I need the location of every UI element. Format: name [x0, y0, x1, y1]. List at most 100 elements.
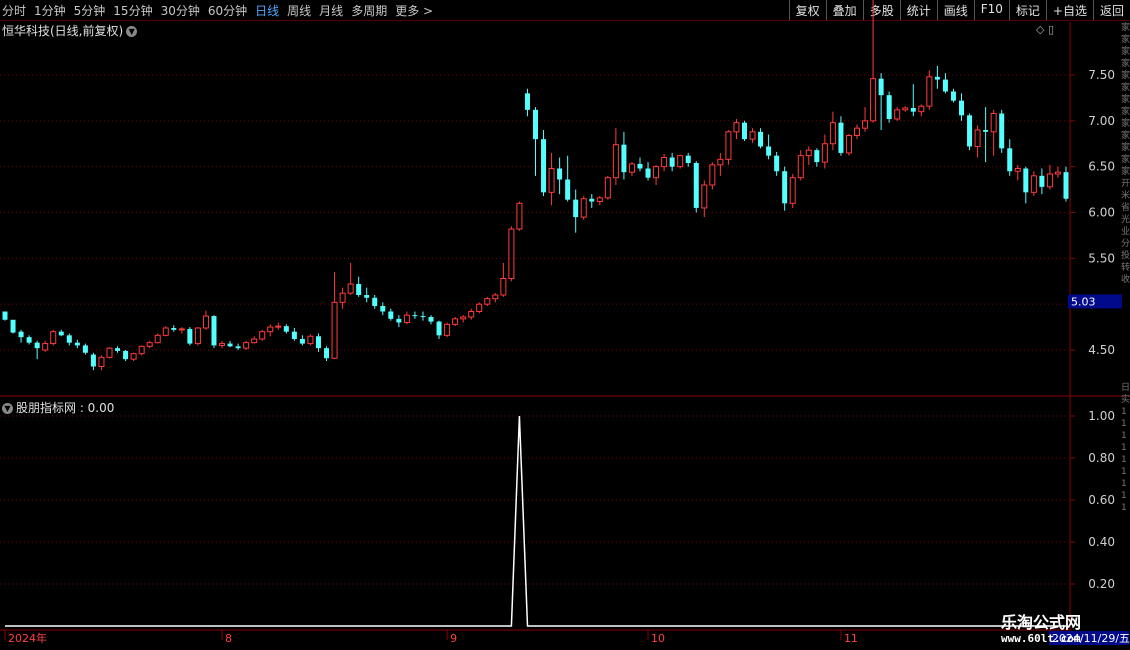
candle-body-down [959, 100, 965, 116]
candle-body-up [178, 328, 185, 331]
candle-body-down [637, 163, 643, 169]
candle-body-up [50, 331, 57, 345]
candle-body-down [693, 163, 699, 208]
candle-body-up [508, 228, 515, 279]
candle-body-up [797, 155, 804, 179]
candle-body-down [758, 131, 764, 147]
candle-body-up [894, 109, 901, 120]
candle-body-up [829, 122, 836, 145]
candle-body-down [364, 295, 370, 298]
candle-body-down [171, 328, 177, 330]
candle-body-up [701, 184, 708, 209]
axes: 7.507.006.506.005.505.004.501.000.800.60… [0, 22, 1130, 645]
candle-body-down [565, 179, 571, 200]
candle-body-up [749, 131, 756, 140]
candle-body-up [154, 334, 161, 344]
candle-body-up [275, 325, 282, 328]
candle-body-up [733, 122, 740, 133]
candle-body-down [533, 109, 538, 140]
candle-body-up [990, 113, 997, 133]
candle-body-up [596, 197, 603, 202]
current-price-label: 5.03 [1071, 295, 1096, 308]
candle-body-down [934, 76, 940, 80]
candle-body-up [1046, 173, 1053, 188]
candle-body-down [428, 317, 434, 322]
date-tick-label: 9 [450, 632, 457, 645]
candle-body-down [2, 311, 8, 320]
candle-body-up [516, 202, 523, 230]
price-tick-label: 7.50 [1088, 68, 1115, 82]
candle-body-up [1014, 168, 1021, 172]
chevron-down-icon[interactable]: ▼ [2, 403, 13, 414]
candle-body-up [251, 338, 258, 344]
candle-body-up [604, 177, 611, 199]
candle-body-down [1063, 172, 1069, 199]
candle-body-down [878, 78, 884, 96]
indicator-tick-label: 1.00 [1088, 409, 1115, 423]
candle-body-down [436, 321, 442, 336]
candle-body-up [862, 120, 869, 129]
candle-body-up [339, 292, 346, 303]
candle-body-down [942, 79, 948, 92]
candle-body-down [950, 91, 956, 101]
price-tick-label: 4.50 [1088, 343, 1115, 357]
candle-body-down [82, 345, 88, 353]
candle-body-up [926, 76, 933, 107]
candle-body-up [331, 301, 338, 359]
candle-body-up [821, 143, 828, 163]
candle-body-down [90, 354, 96, 367]
price-tick-label: 6.50 [1088, 160, 1115, 174]
candle-body-up [444, 323, 451, 336]
indicator-tick-label: 0.60 [1088, 493, 1115, 507]
candle-body-down [235, 346, 241, 349]
candle-body-up [219, 343, 226, 346]
candle-body-up [870, 78, 877, 122]
candle-body-up [98, 356, 105, 368]
candle-body-down [291, 331, 297, 339]
candle-body-down [356, 284, 362, 295]
candle-body-up [468, 311, 475, 318]
date-tick-label: 2024年 [8, 631, 47, 645]
candle-body-down [782, 171, 788, 204]
candle-body-up [146, 342, 153, 347]
indicator-series [5, 415, 1066, 627]
candle-body-down [983, 130, 989, 132]
watermark-url: www.60lt.com [1001, 632, 1081, 645]
candle-body-down [412, 315, 418, 317]
candle-body-up [725, 131, 732, 160]
candle-body-up [1030, 175, 1037, 193]
indicator-tick-label: 0.80 [1088, 451, 1115, 465]
candle-body-down [26, 337, 32, 343]
watermark: 乐淘公式网 www.60lt.com [995, 608, 1130, 650]
candle-body-down [685, 155, 691, 163]
candle-body-up [854, 127, 861, 137]
candle-body-up [492, 294, 499, 300]
candle-body-down [886, 95, 892, 119]
candle-body-up [243, 342, 250, 349]
candle-body-up [347, 283, 354, 294]
side-info-strip: 家家家家家家家家家家家家家开米省光业分投转收日实111111111 [1121, 23, 1130, 513]
candle-body-down [18, 331, 24, 338]
date-tick-label: 10 [651, 632, 665, 645]
candle-body-up [194, 327, 201, 345]
candle-body-down [227, 343, 233, 347]
candle-body-down [621, 144, 627, 173]
candle-body-up [202, 315, 209, 329]
candle-series [2, 0, 1069, 371]
candle-body-up [484, 298, 491, 305]
candle-body-down [66, 335, 72, 343]
candle-body-up [653, 166, 660, 179]
indicator-title-text: 股朋指标网 : 0.00 [16, 401, 115, 415]
candle-body-up [42, 343, 49, 351]
candle-body-up [259, 331, 266, 340]
candle-body-down [315, 336, 321, 349]
price-tick-label: 6.00 [1088, 206, 1115, 220]
candle-body-down [1023, 168, 1029, 193]
grid-lines [0, 74, 1067, 585]
kline-chart[interactable]: 7.507.006.506.005.505.004.501.000.800.60… [0, 0, 1130, 650]
candle-body-up [805, 149, 812, 157]
candle-body-down [380, 306, 386, 312]
candle-body-up [548, 168, 555, 193]
indicator-title[interactable]: ▼ 股朋指标网 : 0.00 [2, 399, 114, 416]
candle-body-down [420, 316, 426, 318]
